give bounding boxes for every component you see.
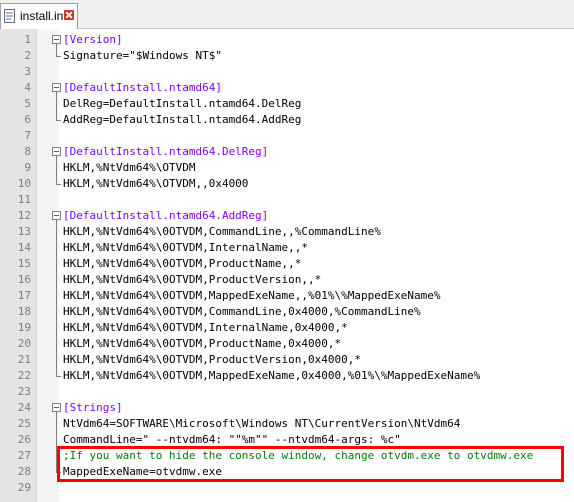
code-line[interactable]: 9 HKLM,%NtVdm64%\OTVDM (0, 160, 574, 176)
code-line[interactable]: 21 HKLM,%NtVdm64%\0OTVDM,ProductVersion,0… (0, 352, 574, 368)
fold-end-marker (56, 120, 61, 121)
line-number: 17 (17, 289, 31, 302)
code-line[interactable]: 16 HKLM,%NtVdm64%\0OTVDM,ProductVersion,,… (0, 272, 574, 288)
code-text: HKLM,%NtVdm64%\0OTVDM,MappedExeName,,%01… (63, 289, 441, 302)
code-text: [DefaultInstall.ntamd64.AddReg] (63, 209, 269, 222)
code-text: [DefaultInstall.ntamd64.DelReg] (63, 145, 269, 158)
line-number: 22 (17, 369, 31, 382)
line-number: 6 (24, 113, 31, 126)
code-line[interactable]: 20 HKLM,%NtVdm64%\0OTVDM,ProductName,0x40… (0, 336, 574, 352)
code-text: Signature="$Windows NT$" (63, 49, 222, 62)
line-number: 26 (17, 433, 31, 446)
line-number: 16 (17, 273, 31, 286)
line-number: 23 (17, 385, 31, 398)
code-text: HKLM,%NtVdm64%\OTVDM,,0x4000 (63, 177, 249, 190)
line-number: 7 (24, 129, 31, 142)
fold-toggle-icon[interactable] (52, 83, 61, 92)
code-text: HKLM,%NtVdm64%\0OTVDM,CommandLine,,%Comm… (63, 225, 381, 238)
code-line[interactable]: 17 HKLM,%NtVdm64%\0OTVDM,MappedExeName,,%… (0, 288, 574, 304)
editor[interactable]: 1 [Version] 2 Signature="$Windows NT$" 3 4 [De… (0, 29, 574, 502)
code-line[interactable]: 1 [Version] (0, 32, 574, 48)
code-line[interactable]: 12 [DefaultInstall.ntamd64.AddReg] (0, 208, 574, 224)
tab-bar: install.inf (0, 0, 574, 29)
line-number: 29 (17, 481, 31, 494)
code-text: HKLM,%NtVdm64%\0OTVDM,CommandLine,0x4000… (63, 305, 421, 318)
code-line[interactable]: 24 [Strings] (0, 400, 574, 416)
code-line[interactable]: 3 (0, 64, 574, 80)
code-text: HKLM,%NtVdm64%\0OTVDM,MappedExeName,0x40… (63, 369, 481, 382)
fold-toggle-icon[interactable] (52, 403, 61, 412)
code-text: HKLM,%NtVdm64%\0OTVDM,ProductName,,* (63, 257, 302, 270)
code-text: HKLM,%NtVdm64%\0OTVDM,InternalName,,* (63, 241, 309, 254)
line-number: 12 (17, 209, 31, 222)
fold-line (56, 92, 57, 120)
code-text: HKLM,%NtVdm64%\0OTVDM,ProductVersion,0x4… (63, 353, 362, 366)
code-text: DelReg=DefaultInstall.ntamd64.DelReg (63, 97, 302, 110)
line-number: 24 (17, 401, 31, 414)
code-text: HKLM,%NtVdm64%\0OTVDM,InternalName,0x400… (63, 321, 348, 334)
line-number: 11 (17, 193, 31, 206)
line-number: 1 (24, 33, 31, 46)
code-line[interactable]: 25 NtVdm64=SOFTWARE\Microsoft\Windows NT\… (0, 416, 574, 432)
code-text: HKLM,%NtVdm64%\0OTVDM,ProductVersion,,* (63, 273, 322, 286)
fold-toggle-icon[interactable] (52, 211, 61, 220)
fold-toggle-icon[interactable] (52, 147, 61, 156)
code-line[interactable]: 14 HKLM,%NtVdm64%\0OTVDM,InternalName,,* (0, 240, 574, 256)
line-number: 20 (17, 337, 31, 350)
fold-end-marker (56, 376, 61, 377)
code-text: AddReg=DefaultInstall.ntamd64.AddReg (63, 113, 302, 126)
line-number: 19 (17, 321, 31, 334)
code-line[interactable]: 18 HKLM,%NtVdm64%\0OTVDM,CommandLine,0x40… (0, 304, 574, 320)
code-text: [Version] (63, 33, 123, 46)
code-line[interactable]: 11 (0, 192, 574, 208)
line-number: 18 (17, 305, 31, 318)
line-number: 2 (24, 49, 31, 62)
line-number: 21 (17, 353, 31, 366)
line-number: 3 (24, 65, 31, 78)
line-number: 9 (24, 161, 31, 174)
code-line[interactable]: 7 (0, 128, 574, 144)
line-number: 13 (17, 225, 31, 238)
code-line[interactable]: 13 HKLM,%NtVdm64%\0OTVDM,CommandLine,,%Co… (0, 224, 574, 240)
highlight-box (57, 446, 564, 482)
code-line[interactable]: 10 HKLM,%NtVdm64%\OTVDM,,0x4000 (0, 176, 574, 192)
fold-end-marker (56, 184, 61, 185)
code-text: [DefaultInstall.ntamd64] (63, 81, 222, 94)
code-line[interactable]: 6 AddReg=DefaultInstall.ntamd64.AddReg (0, 112, 574, 128)
line-number: 25 (17, 417, 31, 430)
line-number: 27 (17, 449, 31, 462)
code-line[interactable]: 8 [DefaultInstall.ntamd64.DelReg] (0, 144, 574, 160)
code-line[interactable]: 5 DelReg=DefaultInstall.ntamd64.DelReg (0, 96, 574, 112)
code-line[interactable]: 23 (0, 384, 574, 400)
line-number: 14 (17, 241, 31, 254)
tab-install-inf[interactable]: install.inf (0, 3, 78, 29)
code-line[interactable]: 15 HKLM,%NtVdm64%\0OTVDM,ProductName,,* (0, 256, 574, 272)
line-number: 28 (17, 465, 31, 478)
code-text: HKLM,%NtVdm64%\0OTVDM,ProductName,0x4000… (63, 337, 342, 350)
line-number: 15 (17, 257, 31, 270)
code-line[interactable]: 22 HKLM,%NtVdm64%\0OTVDM,MappedExeName,0x… (0, 368, 574, 384)
code-text: NtVdm64=SOFTWARE\Microsoft\Windows NT\Cu… (63, 417, 461, 430)
code-text: HKLM,%NtVdm64%\OTVDM (63, 161, 196, 174)
tab-label: install.inf (20, 9, 67, 23)
fold-line (56, 220, 57, 376)
file-icon (4, 9, 15, 23)
line-number: 10 (17, 177, 31, 190)
code-line[interactable]: 29 (0, 480, 574, 496)
code-line[interactable]: 4 [DefaultInstall.ntamd64] (0, 80, 574, 96)
close-icon[interactable] (64, 10, 74, 20)
fold-line (56, 156, 57, 184)
code-text: [Strings] (63, 401, 123, 414)
fold-line (56, 44, 57, 56)
code-line[interactable]: 19 HKLM,%NtVdm64%\0OTVDM,InternalName,0x4… (0, 320, 574, 336)
fold-toggle-icon[interactable] (52, 35, 61, 44)
line-number: 8 (24, 145, 31, 158)
code-line[interactable]: 2 Signature="$Windows NT$" (0, 48, 574, 64)
fold-end-marker (56, 56, 61, 57)
line-number: 4 (24, 81, 31, 94)
line-number: 5 (24, 97, 31, 110)
